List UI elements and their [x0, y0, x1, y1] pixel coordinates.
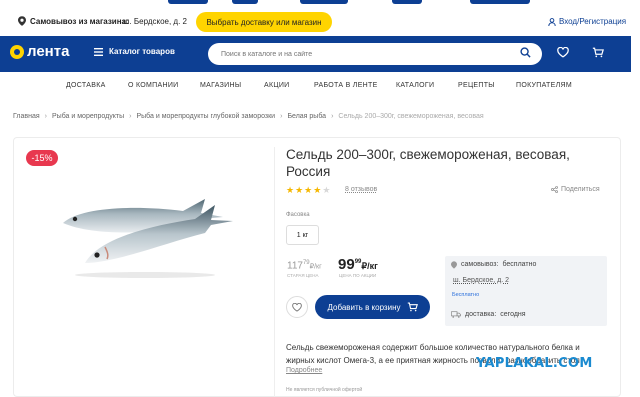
- new-price-int: 99: [338, 256, 355, 273]
- catalog-button[interactable]: Каталог товаров: [94, 47, 175, 56]
- availability-box: самовывоз: бесплатно ш. Бердское, д. 2 Б…: [445, 256, 607, 326]
- breadcrumb-item[interactable]: Рыба и морепродукты глубокой заморозки: [136, 113, 275, 120]
- breadcrumb-item[interactable]: Рыба и морепродукты: [52, 113, 124, 120]
- card-divider: [274, 147, 275, 397]
- share-label: Поделиться: [561, 186, 600, 193]
- share-icon: [551, 186, 558, 193]
- chevron-right-icon: ›: [280, 113, 283, 120]
- product-title: Сельдь 200–300г, свежемороженая, весовая…: [286, 147, 570, 179]
- truck-icon: [451, 311, 461, 318]
- delivery-option-label: доставка:: [465, 311, 497, 318]
- old-price-int: 117: [287, 260, 303, 272]
- location-pin-icon: [451, 261, 457, 269]
- search-input[interactable]: [208, 43, 542, 65]
- nav-item-promos[interactable]: АКЦИИ: [264, 82, 290, 89]
- nav-item-jobs[interactable]: РАБОТА В ЛЕНТЕ: [314, 82, 378, 89]
- menu-icon: [94, 47, 103, 56]
- more-link[interactable]: Подробнее: [286, 367, 322, 374]
- discount-badge: -15%: [26, 150, 58, 166]
- chevron-right-icon: ›: [331, 113, 334, 120]
- pack-label: Фасовка: [286, 212, 310, 218]
- more-stores-link[interactable]: Бесплатно: [452, 292, 479, 298]
- nav-item-about[interactable]: О КОМПАНИИ: [128, 82, 178, 89]
- product-image[interactable]: [55, 185, 235, 280]
- pickup-label: Самовывоз из магазина:: [30, 17, 129, 26]
- nav-item-recipes[interactable]: РЕЦЕПТЫ: [458, 82, 495, 89]
- new-price-caption: ЦЕНА ПО АКЦИИ: [339, 273, 377, 278]
- rating-stars: ★★★★★: [286, 185, 331, 196]
- user-icon: [548, 17, 556, 26]
- nav-item-stores[interactable]: МАГАЗИНЫ: [200, 82, 241, 89]
- old-price-caption: СТАРАЯ ЦЕНА: [287, 273, 319, 278]
- pickup-bar: Самовывоз из магазина: ш. Бердское, д. 2…: [0, 8, 640, 36]
- star-half-icon: ★: [322, 185, 332, 195]
- offer-note: Не является публичной офертой: [286, 387, 363, 393]
- breadcrumb-current: Сельдь 200–300г, свежемороженая, весовая: [338, 113, 484, 120]
- favorite-button[interactable]: [286, 296, 308, 318]
- nav-item-catalogs[interactable]: КАТАЛОГИ: [396, 82, 434, 89]
- logo[interactable]: лента: [10, 43, 69, 60]
- chevron-right-icon: ›: [129, 113, 132, 120]
- share-button[interactable]: Поделиться: [551, 186, 600, 193]
- old-price-frac: 79: [302, 260, 310, 266]
- star-icon: ★: [304, 185, 314, 195]
- cart-icon[interactable]: [592, 47, 604, 58]
- top-strip: [0, 0, 640, 6]
- delivery-row: доставка: сегодня: [451, 311, 526, 318]
- logo-mark-icon: [10, 44, 24, 59]
- star-icon: ★: [286, 185, 296, 195]
- chevron-right-icon: ›: [44, 113, 47, 120]
- breadcrumb-item[interactable]: Белая рыба: [287, 113, 326, 120]
- main-nav: ДОСТАВКА О КОМПАНИИ МАГАЗИНЫ АКЦИИ РАБОТ…: [0, 76, 640, 96]
- nav-item-customers[interactable]: ПОКУПАТЕЛЯМ: [516, 82, 572, 89]
- breadcrumb-item[interactable]: Главная: [13, 113, 40, 120]
- new-price: 9999₽/кг: [338, 256, 378, 273]
- pickup-address[interactable]: ш. Бердское, д. 2: [123, 17, 187, 26]
- old-price-unit: ₽/кг: [309, 263, 322, 271]
- pack-option[interactable]: 1 кг: [286, 225, 319, 245]
- star-icon: ★: [313, 185, 323, 195]
- old-price: 11779₽/кг: [287, 260, 322, 271]
- reviews-link[interactable]: 8 отзывов: [345, 186, 377, 193]
- search-icon[interactable]: [520, 47, 531, 58]
- login-label: Вход/Регистрация: [559, 17, 627, 26]
- cart-plus-icon: [407, 302, 418, 312]
- pickup-row: самовывоз: бесплатно: [451, 261, 536, 269]
- delivery-option-value: сегодня: [500, 311, 526, 318]
- pickup-option-value: бесплатно: [502, 261, 537, 268]
- heart-icon[interactable]: [557, 47, 569, 58]
- location-pin-icon: [18, 16, 26, 26]
- watermark: YAPLAKAL.COM: [476, 356, 593, 371]
- login-link[interactable]: Вход/Регистрация: [548, 17, 626, 26]
- add-to-cart-button[interactable]: Добавить в корзину: [315, 295, 430, 319]
- catalog-label: Каталог товаров: [109, 47, 175, 56]
- breadcrumb: Главная › Рыба и морепродукты › Рыба и мореп…: [13, 113, 484, 120]
- heart-outline-icon: [292, 302, 302, 312]
- store-address-link[interactable]: ш. Бердское, д. 2: [453, 277, 509, 284]
- main-header: лента Каталог товаров: [0, 36, 631, 72]
- choose-delivery-button[interactable]: Выбрать доставку или магазин: [196, 12, 332, 32]
- add-to-cart-label: Добавить в корзину: [327, 302, 401, 312]
- star-icon: ★: [295, 185, 305, 195]
- pickup-option-label: самовывоз:: [461, 261, 499, 268]
- logo-text: лента: [27, 43, 70, 60]
- nav-item-delivery[interactable]: ДОСТАВКА: [66, 82, 106, 89]
- new-price-unit: ₽/кг: [361, 261, 378, 271]
